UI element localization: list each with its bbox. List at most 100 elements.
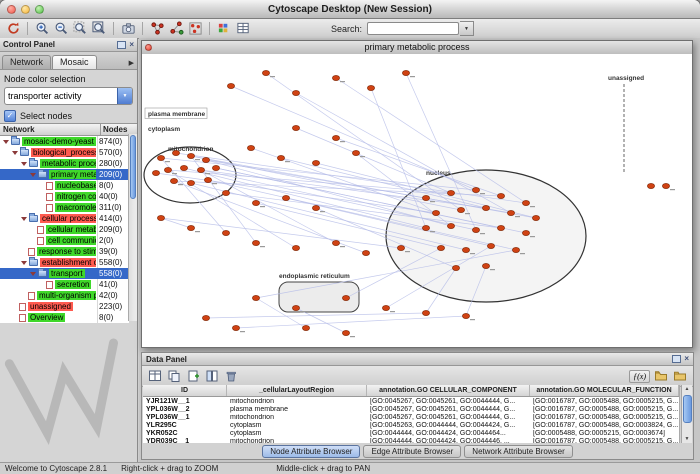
column-header[interactable]: annotation.GO MOLECULAR_FUNCTION xyxy=(530,385,679,396)
attribute-table[interactable]: ID_cellularLayoutRegionannotation.GO CEL… xyxy=(143,385,680,443)
network-node[interactable] xyxy=(522,230,529,235)
network-node[interactable] xyxy=(647,183,654,188)
zoom-window-button[interactable] xyxy=(35,5,44,14)
network-node[interactable] xyxy=(432,210,439,215)
network-node[interactable] xyxy=(397,245,404,250)
tree-row[interactable]: transport558(0) xyxy=(0,268,129,279)
attribute-button[interactable] xyxy=(234,20,252,37)
network-node[interactable] xyxy=(202,157,209,162)
network-node[interactable] xyxy=(232,325,239,330)
tree-expander-icon[interactable] xyxy=(12,151,18,155)
column-header[interactable]: ID xyxy=(143,385,227,396)
minimize-window-button[interactable] xyxy=(21,5,30,14)
network-node[interactable] xyxy=(437,245,444,250)
tab-scroll-right-icon[interactable]: ▶ xyxy=(129,59,137,69)
tree-row[interactable]: biological_process570(0) xyxy=(0,147,129,158)
float-panel-icon[interactable] xyxy=(672,355,681,363)
network-node[interactable] xyxy=(292,245,299,250)
network-node[interactable] xyxy=(482,263,489,268)
network-node[interactable] xyxy=(222,230,229,235)
table-row[interactable]: YPL036W__1mitochondrion[GO:0045267, GO:0… xyxy=(143,413,679,421)
network-node[interactable] xyxy=(447,223,454,228)
tree-column-network[interactable]: Network xyxy=(0,124,101,135)
delete-attribute-button[interactable] xyxy=(223,369,239,384)
network-node[interactable] xyxy=(497,225,504,230)
network-node[interactable] xyxy=(367,85,374,90)
table-scrollbar[interactable]: ▲ ▼ xyxy=(681,385,692,443)
tab-mosaic[interactable]: Mosaic xyxy=(52,55,97,69)
tab-node-attribute-browser[interactable]: Node Attribute Browser xyxy=(262,445,360,458)
network-node[interactable] xyxy=(457,207,464,212)
tree-row[interactable]: nucleobase, nucleoside and nucleic acid … xyxy=(0,180,129,191)
column-header[interactable]: _cellularLayoutRegion xyxy=(227,385,367,396)
network-node[interactable] xyxy=(292,305,299,310)
tree-row[interactable]: multi-organism process42(0) xyxy=(0,290,129,301)
network-node[interactable] xyxy=(157,155,164,160)
network-node[interactable] xyxy=(292,125,299,130)
tree-row[interactable]: response to stimulus39(0) xyxy=(0,246,129,257)
network-node[interactable] xyxy=(507,210,514,215)
window-titlebar[interactable]: Cytoscape Desktop (New Session) xyxy=(0,0,700,19)
close-panel-icon[interactable]: × xyxy=(684,355,689,363)
tree-expander-icon[interactable] xyxy=(3,140,9,144)
network-node[interactable] xyxy=(187,225,194,230)
snapshot-button[interactable] xyxy=(119,20,137,37)
network-node[interactable] xyxy=(262,70,269,75)
tree-expander-icon[interactable] xyxy=(30,272,36,276)
select-attributes-button[interactable] xyxy=(147,369,163,384)
tab-network[interactable]: Network xyxy=(2,55,51,69)
table-row[interactable]: YPL036W__2plasma membrane[GO:0045267, GO… xyxy=(143,405,679,413)
table-scrollbar-thumb[interactable] xyxy=(683,395,692,423)
column-header[interactable]: annotation.GO CELLULAR_COMPONENT xyxy=(367,385,530,396)
network-node[interactable] xyxy=(157,215,164,220)
tree-row[interactable]: secretion41(0) xyxy=(0,279,129,290)
tree-row[interactable]: unassigned223(0) xyxy=(0,301,129,312)
close-window-button[interactable] xyxy=(7,5,16,14)
network-node[interactable] xyxy=(252,200,259,205)
table-row[interactable]: YDR039C__1mitochondrion[GO:0044444, GO:0… xyxy=(143,437,679,443)
tree-row[interactable]: cellular metabolic process209(0) xyxy=(0,224,129,235)
node-color-dropdown[interactable]: transporter activity ▼ xyxy=(4,87,133,105)
network-node[interactable] xyxy=(472,227,479,232)
network-node[interactable] xyxy=(362,250,369,255)
network-node[interactable] xyxy=(342,295,349,300)
search-dropdown-button[interactable]: ▼ xyxy=(460,21,474,36)
tree-row[interactable]: mosaic-demo-yeast874(0) xyxy=(0,136,129,147)
network-node[interactable] xyxy=(332,75,339,80)
network-node[interactable] xyxy=(402,70,409,75)
network-node[interactable] xyxy=(164,167,171,172)
network-node[interactable] xyxy=(172,150,179,155)
zoom-selected-button[interactable] xyxy=(71,20,89,37)
network-node[interactable] xyxy=(462,313,469,318)
tree-expander-icon[interactable] xyxy=(21,217,27,221)
tree-row[interactable]: primary metabolic process209(0) xyxy=(0,169,129,180)
view-close-button[interactable] xyxy=(145,44,152,51)
network-node[interactable] xyxy=(512,247,519,252)
network-node[interactable] xyxy=(382,305,389,310)
network-node[interactable] xyxy=(170,178,177,183)
network-node[interactable] xyxy=(312,160,319,165)
network-node[interactable] xyxy=(332,240,339,245)
network-node[interactable] xyxy=(197,167,204,172)
tree-expander-icon[interactable] xyxy=(21,162,27,166)
import-attributes-button[interactable] xyxy=(653,369,669,384)
close-panel-icon[interactable]: × xyxy=(129,41,134,49)
tree-row[interactable]: nitrogen compound metabolic process40(0) xyxy=(0,191,129,202)
vizmapper-button[interactable] xyxy=(215,20,233,37)
tree-row[interactable]: cellular process414(0) xyxy=(0,213,129,224)
network-view-button[interactable] xyxy=(167,20,185,37)
network-view-titlebar[interactable]: primary metabolic process xyxy=(142,41,692,55)
network-node[interactable] xyxy=(202,315,209,320)
tab-network-attribute-browser[interactable]: Network Attribute Browser xyxy=(464,445,572,458)
new-attribute-button[interactable] xyxy=(185,369,201,384)
network-node[interactable] xyxy=(222,190,229,195)
network-node[interactable] xyxy=(247,145,254,150)
tree-row[interactable]: establishment of localization558(0) xyxy=(0,257,129,268)
network-node[interactable] xyxy=(482,205,489,210)
network-node[interactable] xyxy=(422,310,429,315)
network-node[interactable] xyxy=(252,240,259,245)
zoom-in-button[interactable] xyxy=(33,20,51,37)
scroll-up-icon[interactable]: ▲ xyxy=(685,385,690,393)
copy-attribute-button[interactable] xyxy=(166,369,182,384)
network-node[interactable] xyxy=(352,150,359,155)
